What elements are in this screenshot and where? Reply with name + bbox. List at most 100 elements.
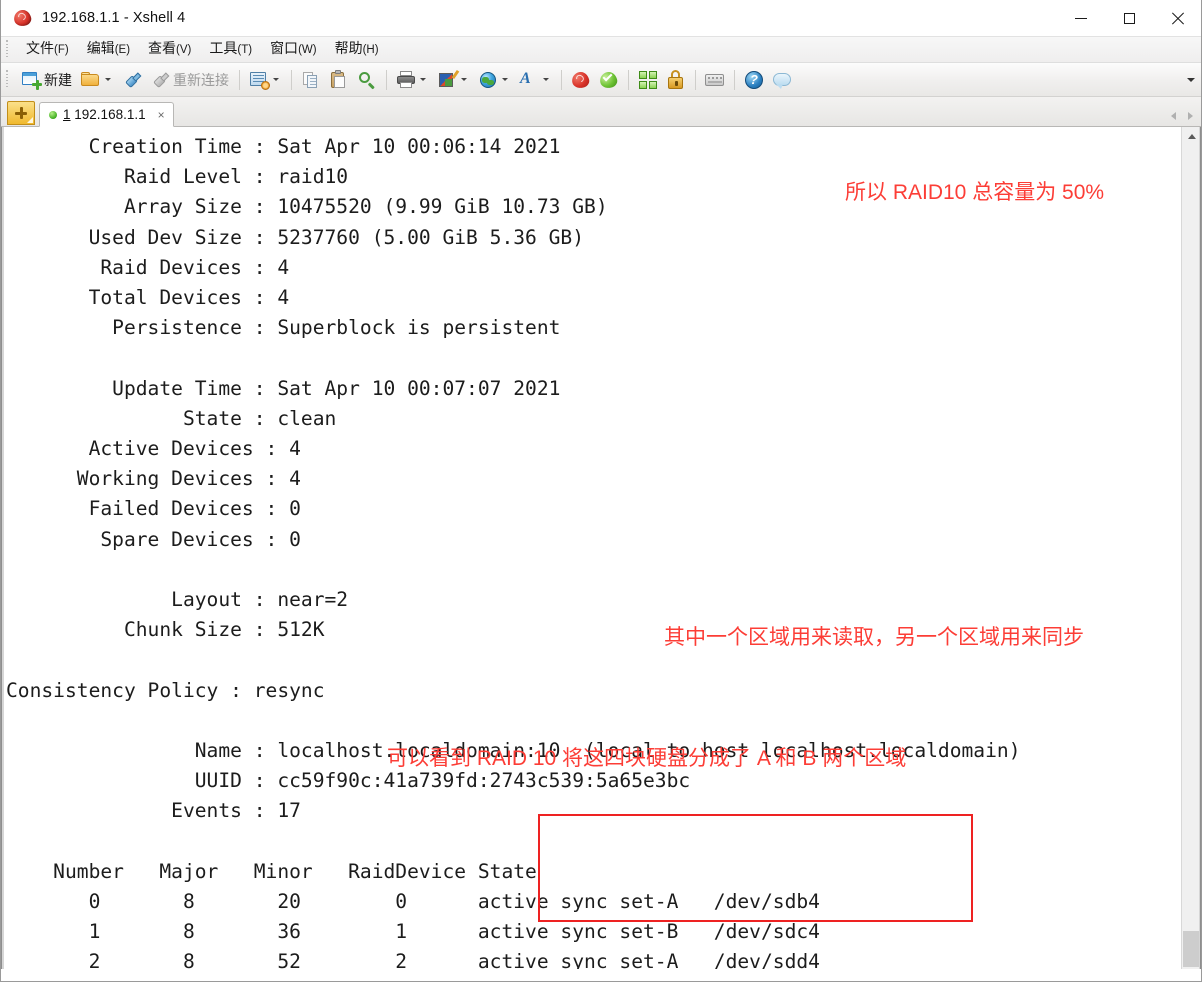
chat-button[interactable] — [768, 67, 796, 93]
toolbar-separator-1 — [239, 69, 240, 90]
xshell-icon — [570, 69, 592, 91]
tab-title: 192.168.1.1 — [74, 107, 146, 122]
menu-view-label: 查看 — [148, 40, 177, 57]
menu-help-accel: (H) — [362, 44, 379, 57]
new-tab-corner-icon — [27, 117, 33, 123]
tab-scroll-left-icon[interactable] — [1171, 112, 1176, 120]
font-button[interactable]: A — [515, 67, 556, 93]
terminal-output: Creation Time : Sat Apr 10 00:06:14 2021… — [6, 135, 1021, 969]
title-bar: 192.168.1.1 - Xshell 4 — [1, 0, 1201, 36]
open-folder-icon — [80, 69, 102, 91]
close-button[interactable] — [1153, 0, 1201, 36]
chevron-down-icon[interactable] — [105, 78, 111, 81]
menu-tools-label: 工具 — [209, 40, 238, 57]
terminal-scrollbar[interactable] — [1181, 127, 1201, 969]
web-browser-button[interactable] — [474, 67, 515, 93]
new-session-icon — [20, 69, 42, 91]
menu-window-label: 窗口 — [270, 40, 299, 57]
chevron-down-icon[interactable] — [420, 78, 426, 81]
font-icon: A — [520, 69, 531, 87]
menu-window-accel: (W) — [298, 44, 317, 57]
print-button[interactable] — [392, 67, 433, 93]
connect-button[interactable] — [118, 67, 146, 93]
menu-bar: 文件(F) 编辑(E) 查看(V) 工具(T) 窗口(W) 帮助(H) — [1, 36, 1201, 63]
chevron-up-icon — [1188, 133, 1196, 139]
arrange-windows-button[interactable] — [634, 67, 662, 93]
toolbar-overflow-icon[interactable] — [1187, 77, 1195, 82]
menu-edit[interactable]: 编辑(E) — [78, 38, 139, 61]
chevron-down-icon[interactable] — [502, 78, 508, 81]
new-tab-plus-icon — [15, 107, 27, 119]
find-button[interactable] — [353, 67, 381, 93]
menu-grip[interactable] — [5, 40, 10, 59]
tab-scroll-right-icon[interactable] — [1188, 112, 1193, 120]
chevron-down-icon[interactable] — [273, 78, 279, 81]
toolbar-separator-7 — [734, 69, 735, 90]
menu-tools[interactable]: 工具(T) — [200, 38, 261, 61]
chevron-down-icon[interactable] — [461, 78, 467, 81]
menu-help[interactable]: 帮助(H) — [326, 38, 388, 61]
chat-icon — [771, 69, 793, 91]
xshell-window: 192.168.1.1 - Xshell 4 文件(F) 编辑(E) 查看(V)… — [0, 0, 1202, 982]
new-session-button[interactable]: 新建 — [17, 67, 77, 93]
terminal-screen[interactable]: Creation Time : Sat Apr 10 00:06:14 2021… — [4, 127, 1181, 969]
lock-icon — [665, 69, 687, 91]
chevron-down-icon[interactable] — [543, 78, 549, 81]
tab-strip-nav — [1171, 112, 1193, 120]
connect-icon — [121, 69, 143, 91]
menu-view[interactable]: 查看(V) — [139, 38, 200, 61]
annotation-mirror: 其中一个区域用来读取，另一个区域用来同步 — [664, 626, 1084, 649]
window-controls — [1057, 0, 1201, 36]
lock-button[interactable] — [662, 67, 690, 93]
session-properties-button[interactable] — [245, 67, 286, 93]
toolbar-separator-3 — [386, 69, 387, 90]
menu-tools-accel: (T) — [237, 44, 253, 57]
arrange-windows-icon — [637, 69, 659, 91]
xftp-icon — [598, 69, 620, 91]
tab-session-1[interactable]: 1 192.168.1.1 × — [39, 102, 174, 127]
help-button[interactable]: ? — [740, 67, 768, 93]
paste-button[interactable] — [325, 67, 353, 93]
menu-file-label: 文件 — [26, 40, 54, 57]
menu-edit-label: 编辑 — [86, 40, 115, 57]
minimize-button[interactable] — [1057, 0, 1105, 36]
close-icon — [1171, 12, 1184, 25]
toolbar-separator-6 — [695, 69, 696, 90]
window-title: 192.168.1.1 - Xshell 4 — [42, 9, 186, 26]
help-icon: ? — [743, 69, 765, 91]
menu-window[interactable]: 窗口(W) — [261, 38, 326, 61]
web-browser-icon — [477, 69, 499, 91]
toolbar-grip[interactable] — [5, 70, 10, 89]
paste-icon — [328, 69, 350, 91]
menu-view-accel: (V) — [176, 44, 192, 57]
tab-close-icon[interactable]: × — [156, 109, 167, 121]
session-properties-icon — [248, 69, 270, 91]
terminal-right-border — [1199, 127, 1201, 969]
tab-index: 1 — [63, 107, 71, 122]
xftp-button[interactable] — [595, 67, 623, 93]
maximize-button[interactable] — [1105, 0, 1153, 36]
disconnect-icon — [149, 69, 171, 91]
maximize-icon — [1123, 12, 1135, 24]
tab-strip: 1 192.168.1.1 × — [1, 97, 1201, 127]
minimize-icon — [1075, 17, 1087, 19]
reconnect-button[interactable]: 重新连接 — [146, 67, 234, 93]
terminal-area: Creation Time : Sat Apr 10 00:06:14 2021… — [1, 127, 1201, 969]
annotation-sets: 可以看到 RAID 10 将这四块硬盘分成了 A 和 B 两个区域 — [387, 747, 907, 770]
xshell-button[interactable] — [567, 67, 595, 93]
menu-help-label: 帮助 — [334, 40, 363, 57]
color-scheme-icon — [436, 69, 460, 91]
menu-edit-accel: (E) — [114, 44, 131, 57]
copy-button[interactable] — [297, 67, 325, 93]
keyboard-button[interactable] — [701, 67, 729, 93]
new-session-label: 新建 — [44, 71, 72, 88]
copy-icon — [300, 69, 322, 91]
new-tab-button[interactable] — [7, 101, 35, 125]
toolbar: 新建 重新连接 A ? — [1, 63, 1201, 97]
color-scheme-button[interactable] — [433, 67, 474, 93]
menu-file[interactable]: 文件(F) — [17, 38, 78, 61]
menu-file-accel: (F) — [54, 44, 69, 57]
keyboard-icon — [704, 69, 726, 91]
connection-status-icon — [49, 110, 57, 119]
open-session-button[interactable] — [77, 67, 118, 93]
